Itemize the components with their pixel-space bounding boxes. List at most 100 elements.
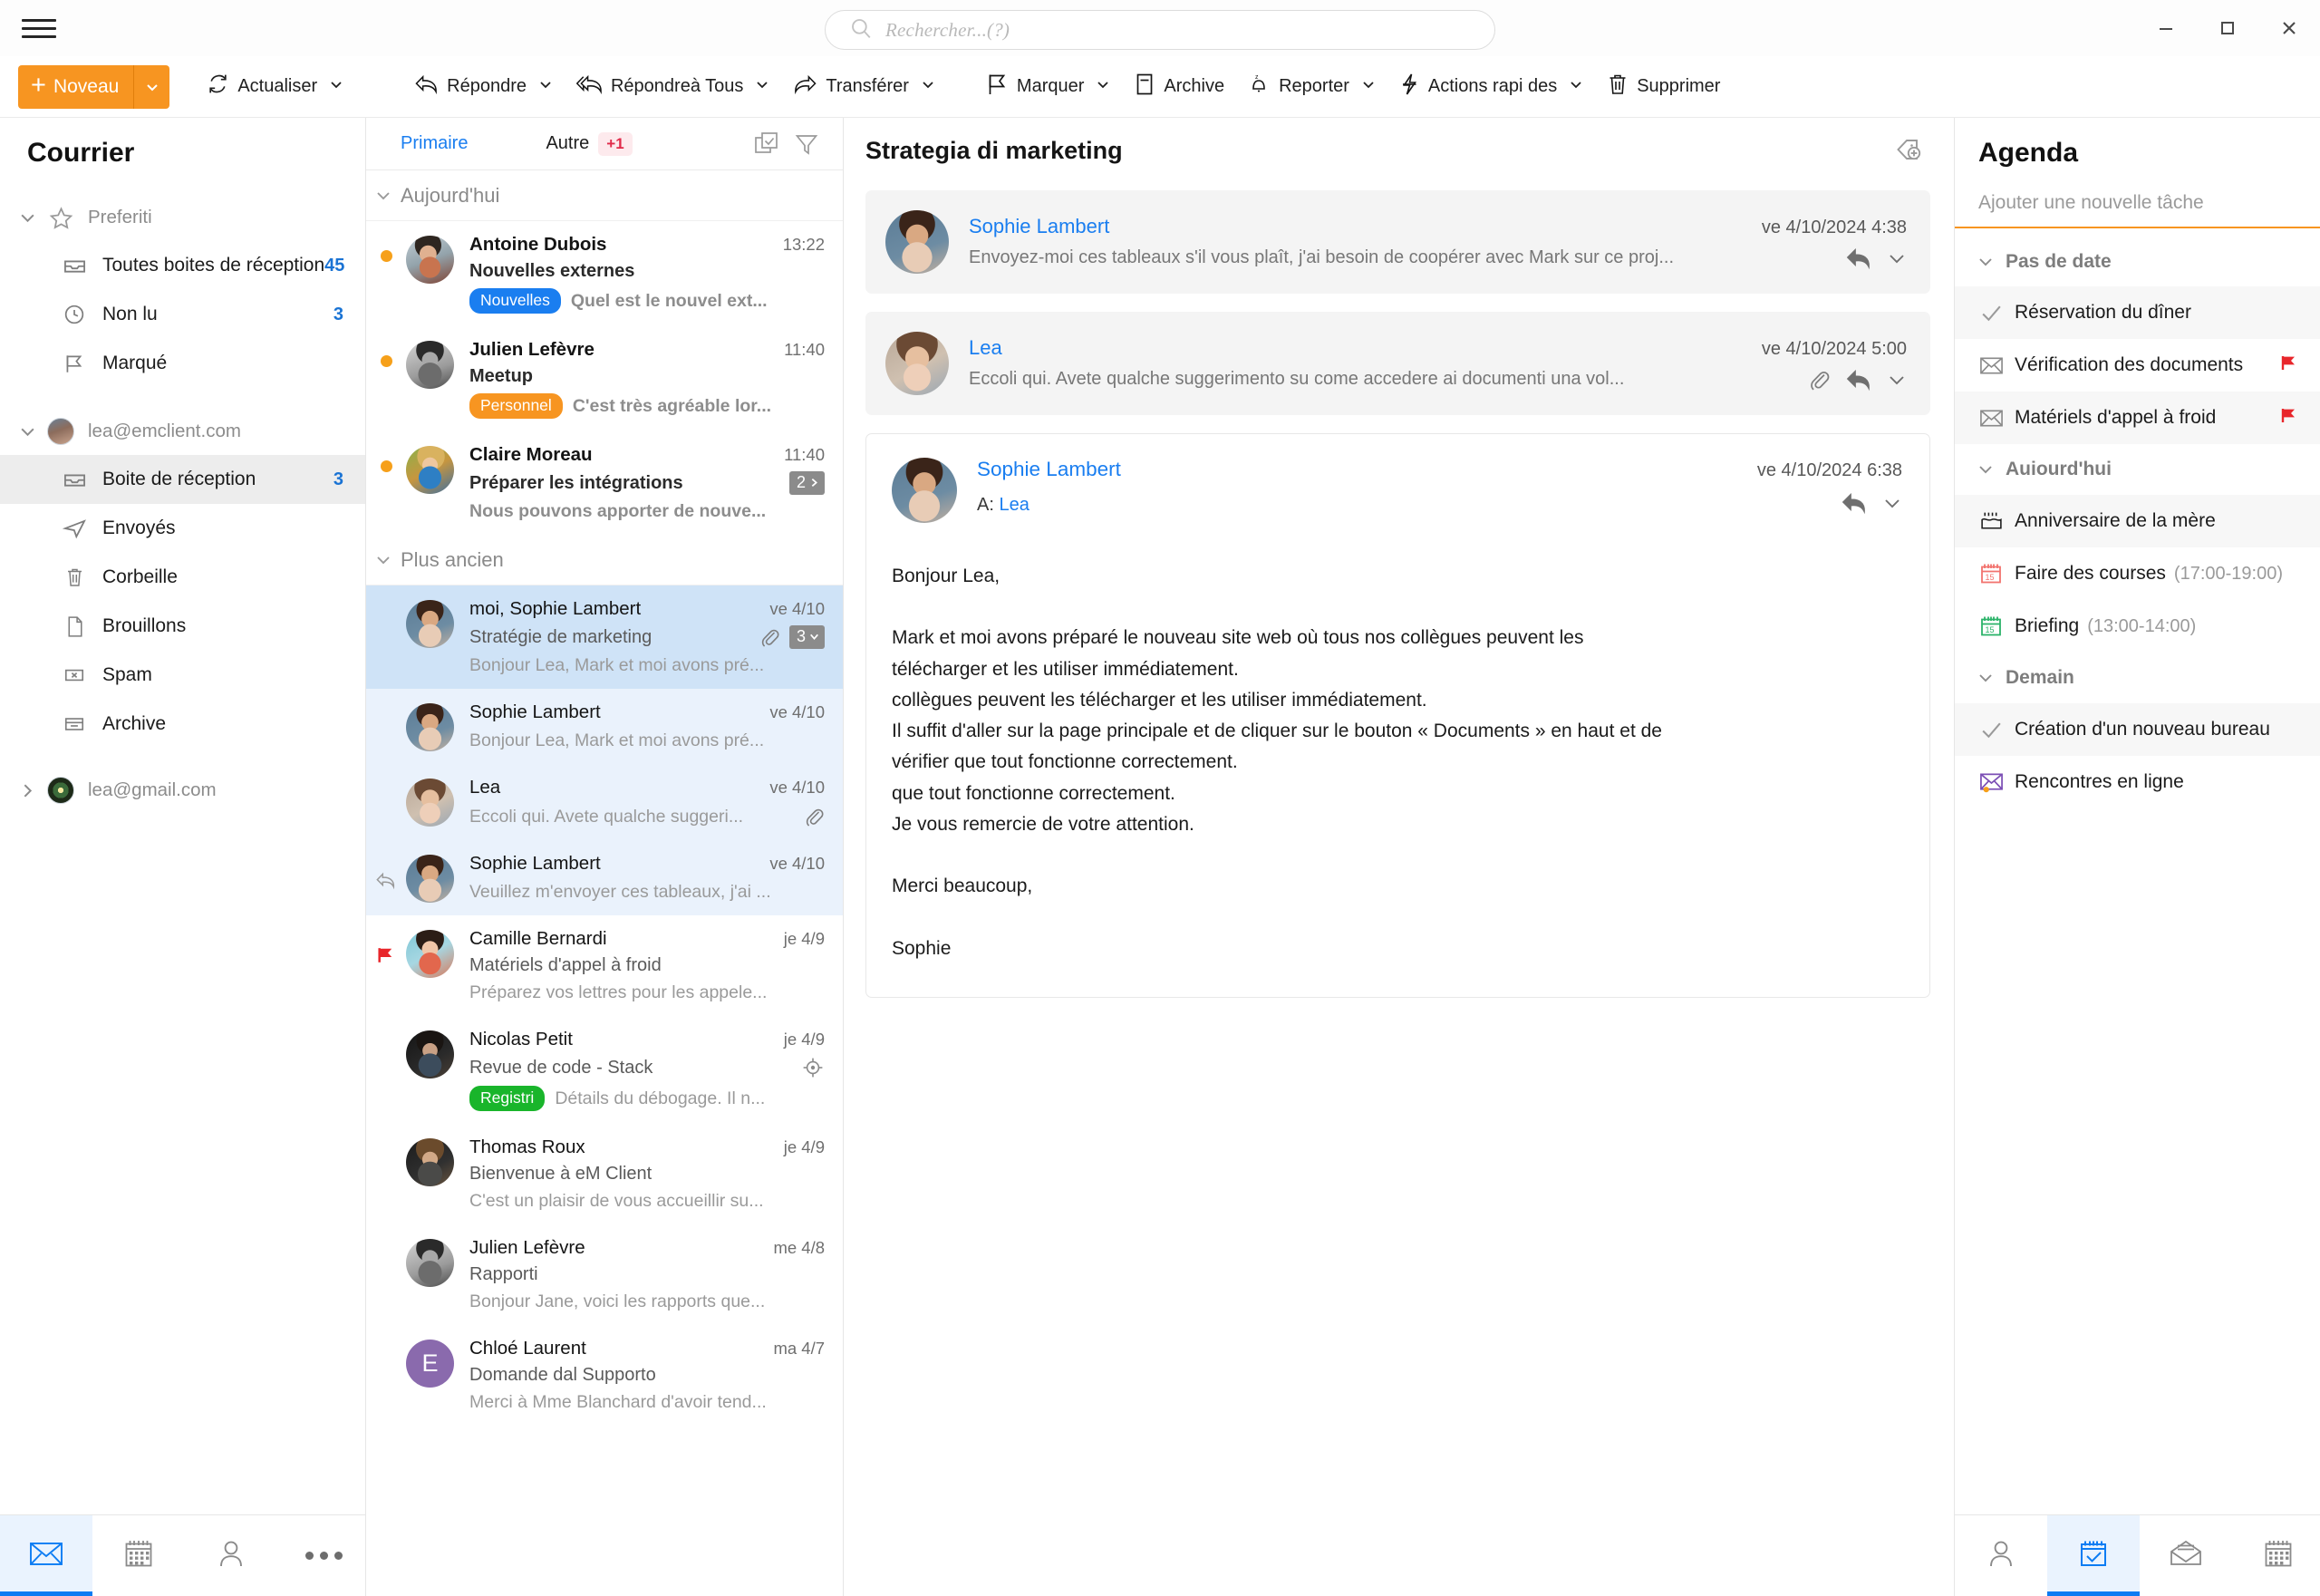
table-row[interactable]: Antoine Dubois 13:22 Nouvelles externes … (366, 221, 843, 326)
table-row[interactable]: Camille Bernardi je 4/9 Matériels d'appe… (366, 915, 843, 1016)
section-older[interactable]: Plus ancien (366, 535, 843, 585)
table-row[interactable]: Nicolas Petit je 4/9 Revue de code - Sta… (366, 1016, 843, 1124)
list-item[interactable]: Vérification des documents (1955, 339, 2320, 392)
tab-other[interactable]: Autre +1 (536, 131, 641, 156)
message-sender[interactable]: Sophie Lambert (977, 458, 1757, 481)
table-row[interactable]: Julien Lefèvre 11:40 Meetup Personnel C'… (366, 326, 843, 431)
envelope-icon (1973, 408, 2009, 429)
sidebar-item-flagged[interactable]: Marqué (0, 339, 365, 388)
select-all-icon[interactable] (747, 124, 787, 164)
sidebar-item-all-inboxes[interactable]: Toutes boites de réception 45 (0, 241, 365, 290)
to-value[interactable]: Lea (999, 495, 1029, 515)
list-item[interactable]: Création d'un nouveau bureau (1955, 703, 2320, 756)
list-item[interactable]: Anniversaire de la mère (1955, 495, 2320, 547)
filter-icon[interactable] (787, 124, 826, 164)
sidebar-item-spam[interactable]: Spam (0, 651, 365, 700)
agenda-scroll[interactable]: Agenda Ajouter une nouvelle tâche Pas de… (1955, 118, 2320, 1514)
chevron-down-icon[interactable] (1887, 248, 1907, 268)
thread-count-badge[interactable]: 3 (788, 625, 825, 649)
avatar: E (406, 1340, 454, 1388)
reply-button[interactable]: Répondre (402, 65, 565, 109)
snooze-button[interactable]: z Reporter (1236, 65, 1387, 109)
nav-calendar[interactable] (2232, 1515, 2320, 1596)
nav-open-mail[interactable] (2140, 1515, 2232, 1596)
message-subject: Bienvenue à eM Client (469, 1164, 652, 1184)
message-sender[interactable]: Lea (969, 336, 1762, 360)
collapsed-message[interactable]: Lea ve 4/10/2024 5:00 Eccoli qui. Avete … (865, 312, 1930, 415)
maximize-button[interactable] (2197, 0, 2258, 56)
message-list-scroll[interactable]: Aujourd'hui Antoine Dubois 13:22 Nouvell… (366, 170, 843, 1596)
quick-actions-button[interactable]: Actions rapi des (1387, 65, 1595, 109)
table-row[interactable]: Lea ve 4/10 Eccoli qui. Avete qualche su… (366, 764, 843, 840)
table-row[interactable]: E Chloé Laurent ma 4/7 Domande dal Suppo… (366, 1325, 843, 1426)
nav-contacts[interactable] (1955, 1515, 2047, 1596)
attachment-icon[interactable] (1807, 368, 1831, 392)
agenda-section-no-date[interactable]: Pas de date (1955, 237, 2320, 286)
nav-tasks[interactable] (2047, 1515, 2140, 1596)
tab-primary[interactable]: Primaire (392, 133, 477, 154)
avatar (406, 341, 454, 389)
sidebar-group-gmail-account[interactable]: lea@gmail.com (0, 767, 365, 814)
table-row[interactable]: Sophie Lambert ve 4/10 Veuillez m'envoye… (366, 840, 843, 915)
nav-more[interactable] (277, 1515, 370, 1596)
message-time: je 4/9 (783, 929, 825, 948)
archive-icon (56, 712, 92, 736)
section-today[interactable]: Aujourd'hui (366, 170, 843, 221)
agenda-section-today[interactable]: Auiourd'hui (1955, 444, 2320, 495)
archive-button[interactable]: Archive (1122, 65, 1236, 109)
reading-pane-scroll[interactable]: Sophie Lambert ve 4/10/2024 4:38 Envoyez… (844, 183, 1954, 1596)
list-item[interactable]: Réservation du dîner (1955, 286, 2320, 339)
table-row[interactable]: Thomas Roux je 4/9 Bienvenue à eM Client… (366, 1124, 843, 1224)
table-row[interactable]: Julien Lefèvre me 4/8 Rapporti Bonjour J… (366, 1224, 843, 1325)
new-task-input[interactable]: Ajouter une nouvelle tâche (1955, 192, 2320, 228)
reply-icon[interactable] (1841, 491, 1868, 519)
collapsed-message[interactable]: Sophie Lambert ve 4/10/2024 4:38 Envoyez… (865, 190, 1930, 294)
sidebar-item-sent[interactable]: Envoyés (0, 504, 365, 553)
table-row[interactable]: Claire Moreau 11:40 Préparer les intégra… (366, 431, 843, 535)
flag-icon[interactable] (2278, 405, 2300, 431)
check-icon[interactable] (1973, 301, 2009, 325)
chevron-down-icon[interactable] (1882, 493, 1902, 517)
message-sender[interactable]: Sophie Lambert (969, 215, 1762, 238)
close-button[interactable] (2258, 0, 2320, 56)
new-button[interactable]: + Noveau (18, 64, 170, 109)
flag-icon[interactable] (2278, 353, 2300, 379)
list-item[interactable]: Matériels d'appel à froid (1955, 392, 2320, 444)
new-button-main[interactable]: + Noveau (18, 65, 133, 109)
flag-icon[interactable] (366, 928, 406, 967)
list-item[interactable]: 15 Faire des courses (17:00-19:00) (1955, 547, 2320, 600)
check-icon[interactable] (1973, 718, 2009, 742)
sidebar-item-trash[interactable]: Corbeille (0, 553, 365, 602)
target-icon[interactable] (801, 1056, 825, 1079)
add-tag-icon[interactable] (1887, 129, 1930, 172)
sidebar-scroll[interactable]: Courrier Preferiti Toutes boites de réce… (0, 118, 365, 1514)
sidebar-item-archive[interactable]: Archive (0, 700, 365, 749)
nav-mail[interactable] (0, 1515, 92, 1596)
sidebar-item-drafts[interactable]: Brouillons (0, 602, 365, 651)
forward-button[interactable]: Transférer (781, 65, 947, 109)
sidebar-group-favorites[interactable]: Preferiti (0, 194, 365, 241)
nav-calendar[interactable] (92, 1515, 185, 1596)
new-button-dropdown[interactable] (133, 64, 169, 109)
reply-all-button[interactable]: Répondreà Tous (565, 65, 781, 109)
list-item[interactable]: 15 Briefing (13:00-14:00) (1955, 600, 2320, 653)
search-input[interactable]: Rechercher...(?) (825, 10, 1495, 50)
reply-icon[interactable] (1845, 247, 1872, 270)
sidebar-item-unread[interactable]: Non lu 3 (0, 290, 365, 339)
flag-button[interactable]: Marquer (974, 65, 1122, 109)
minimize-button[interactable] (2135, 0, 2197, 56)
list-item[interactable]: Rencontres en ligne (1955, 756, 2320, 808)
chevron-down-icon[interactable] (1887, 370, 1907, 390)
table-row[interactable]: moi, Sophie Lambert ve 4/10 Stratégie de… (366, 585, 843, 689)
thread-count-badge[interactable]: 2 (788, 471, 825, 495)
sidebar-group-emclient-account[interactable]: lea@emclient.com (0, 408, 365, 455)
nav-contacts[interactable] (185, 1515, 277, 1596)
delete-button[interactable]: Supprimer (1595, 65, 1732, 109)
agenda-section-tomorrow[interactable]: Demain (1955, 653, 2320, 703)
reply-icon[interactable] (1845, 368, 1872, 392)
sidebar-item-inbox[interactable]: Boite de réception 3 (0, 455, 365, 504)
hamburger-icon[interactable] (22, 15, 56, 42)
refresh-button[interactable]: Actualiser (195, 65, 355, 109)
flag-icon (986, 73, 1009, 102)
table-row[interactable]: Sophie Lambert ve 4/10 Bonjour Lea, Mark… (366, 689, 843, 764)
